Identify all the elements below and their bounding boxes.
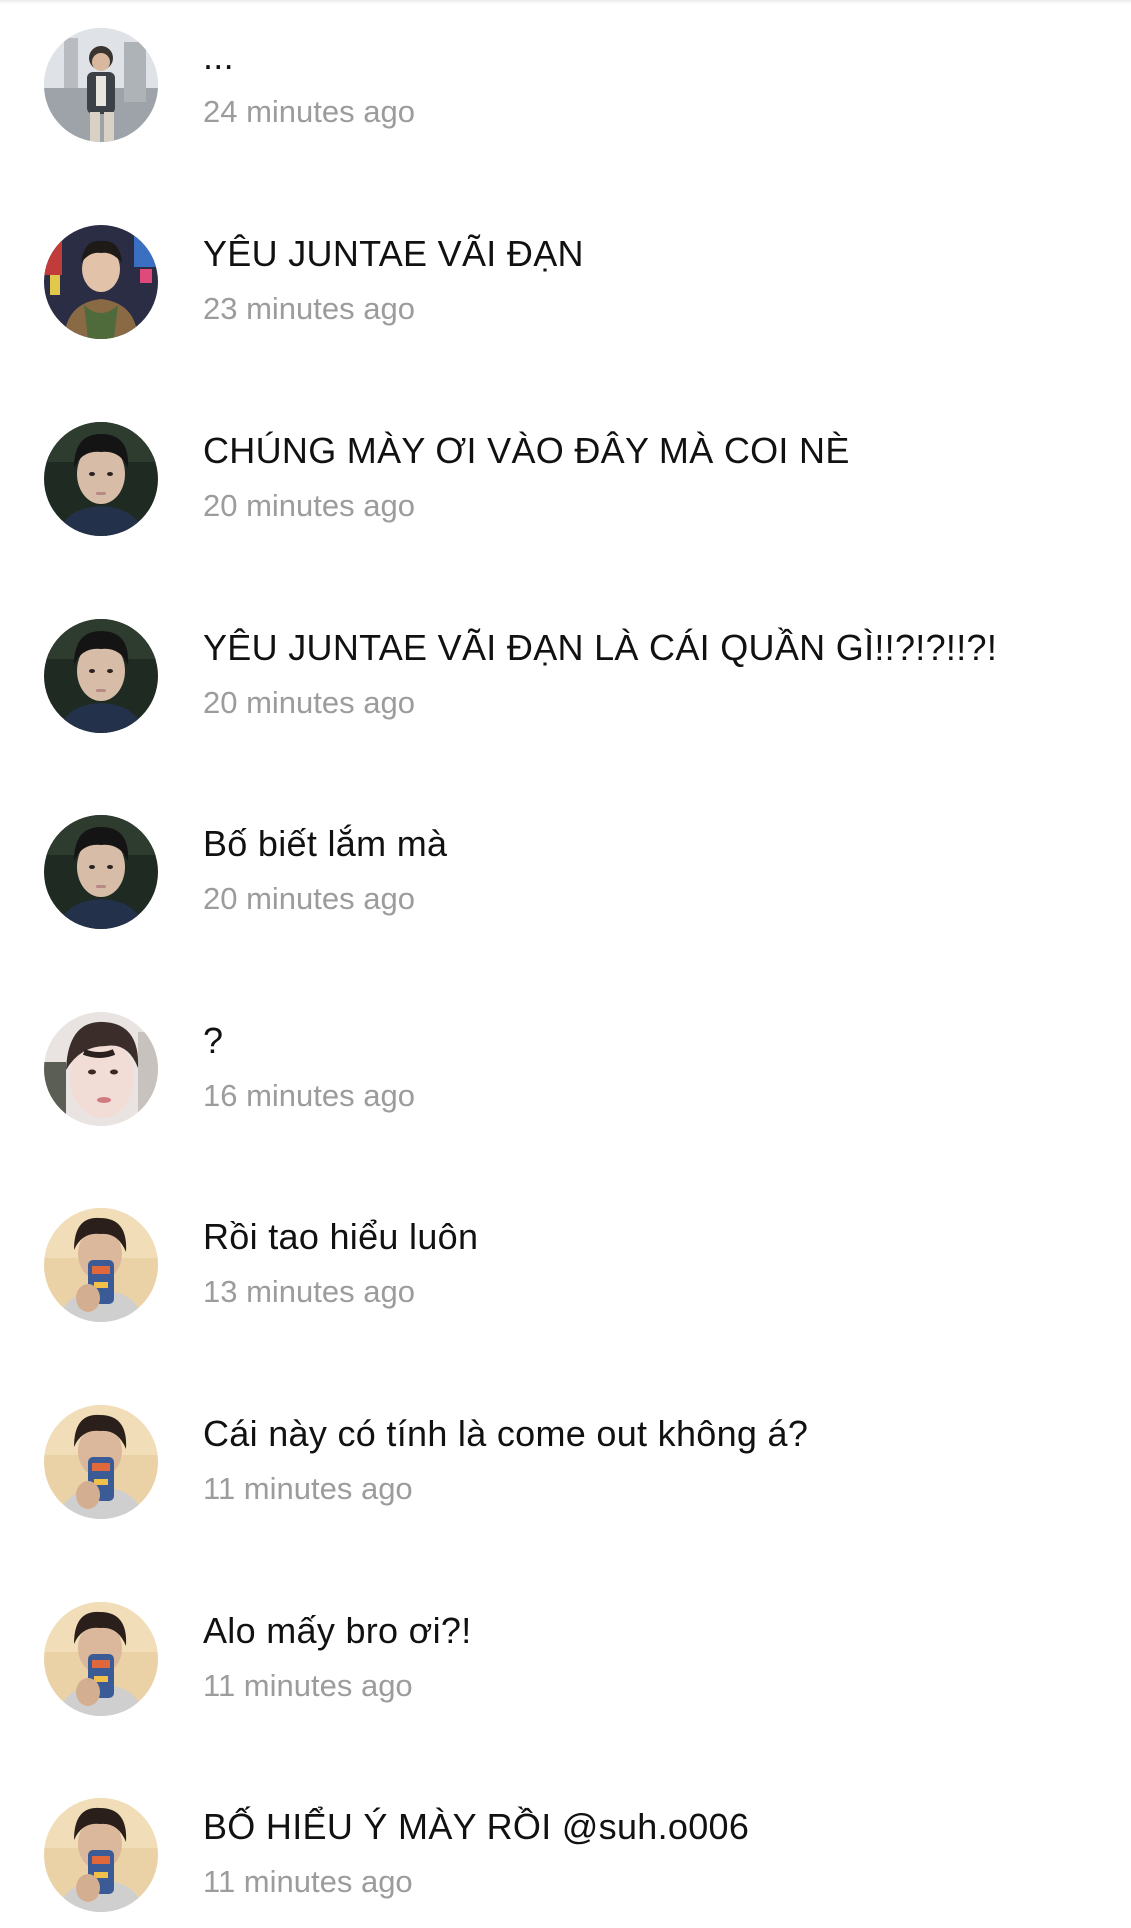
comment-timestamp: 20 minutes ago: [203, 685, 415, 720]
comment-item[interactable]: Cái này có tính là come out không á? 11 …: [0, 1405, 1131, 1535]
comment-item[interactable]: ... 24 minutes ago: [0, 28, 1131, 158]
comment-timestamp: 23 minutes ago: [203, 291, 415, 326]
comment-timestamp: 11 minutes ago: [203, 1864, 413, 1899]
comment-timestamp: 11 minutes ago: [203, 1668, 413, 1703]
comment-item[interactable]: BỐ HIỂU Ý MÀY RỒI @suh.o006 11 minutes a…: [0, 1798, 1131, 1928]
comment-text: Alo mấy bro ơi?!: [203, 1610, 472, 1651]
comment-text: ?: [203, 1020, 224, 1061]
comment-item[interactable]: Bố biết lắm mà 20 minutes ago: [0, 815, 1131, 945]
comment-timestamp: 24 minutes ago: [203, 94, 415, 129]
comment-item[interactable]: CHÚNG MÀY ƠI VÀO ĐÂY MÀ COI NÈ 20 minute…: [0, 422, 1131, 552]
comment-item[interactable]: Rồi tao hiểu luôn 13 minutes ago: [0, 1208, 1131, 1338]
avatar[interactable]: [44, 1798, 158, 1912]
comment-text: YÊU JUNTAE VÃI ĐẠN LÀ CÁI QUẦN GÌ!!?!?!!…: [203, 627, 998, 668]
comment-timestamp: 13 minutes ago: [203, 1274, 415, 1309]
comment-item[interactable]: YÊU JUNTAE VÃI ĐẠN 23 minutes ago: [0, 225, 1131, 355]
avatar[interactable]: [44, 422, 158, 536]
avatar[interactable]: [44, 1405, 158, 1519]
comment-text: ...: [203, 36, 234, 77]
comment-text: CHÚNG MÀY ƠI VÀO ĐÂY MÀ COI NÈ: [203, 430, 850, 471]
comment-text: Cái này có tính là come out không á?: [203, 1413, 809, 1454]
avatar[interactable]: [44, 815, 158, 929]
comment-item[interactable]: ? 16 minutes ago: [0, 1012, 1131, 1142]
comment-text: Rồi tao hiểu luôn: [203, 1216, 479, 1257]
comment-text: Bố biết lắm mà: [203, 823, 448, 864]
avatar[interactable]: [44, 225, 158, 339]
top-divider: [0, 0, 1131, 4]
comment-text: BỐ HIỂU Ý MÀY RỒI @suh.o006: [203, 1806, 750, 1847]
comment-timestamp: 20 minutes ago: [203, 881, 415, 916]
avatar[interactable]: [44, 28, 158, 142]
comment-item[interactable]: YÊU JUNTAE VÃI ĐẠN LÀ CÁI QUẦN GÌ!!?!?!!…: [0, 619, 1131, 749]
avatar[interactable]: [44, 1602, 158, 1716]
comment-timestamp: 16 minutes ago: [203, 1078, 415, 1113]
comment-item[interactable]: Alo mấy bro ơi?! 11 minutes ago: [0, 1602, 1131, 1732]
avatar[interactable]: [44, 619, 158, 733]
comment-timestamp: 11 minutes ago: [203, 1471, 413, 1506]
avatar[interactable]: [44, 1208, 158, 1322]
avatar[interactable]: [44, 1012, 158, 1126]
comment-text: YÊU JUNTAE VÃI ĐẠN: [203, 233, 584, 274]
comment-timestamp: 20 minutes ago: [203, 488, 415, 523]
